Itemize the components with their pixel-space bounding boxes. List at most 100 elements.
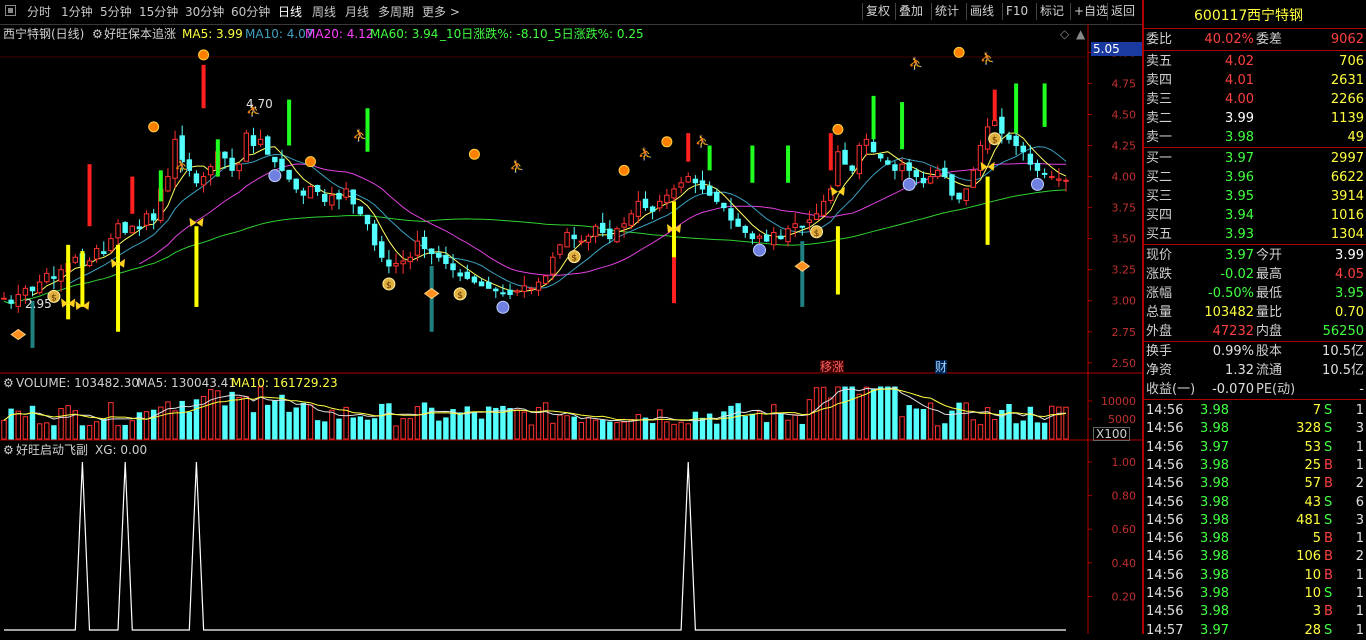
candle-body (379, 241, 385, 258)
xg-tick-label: 1.00 (1112, 456, 1137, 469)
candle-body (436, 252, 442, 258)
indicator-gear-icon[interactable]: ⚙ (92, 27, 103, 41)
candle-body (763, 234, 770, 242)
candle-body (485, 281, 492, 289)
weicha-value: 9062 (1330, 32, 1364, 47)
signal-bar (871, 95, 876, 140)
f10-button[interactable]: F10 (1002, 3, 1031, 20)
stat-value: 1.32 (1225, 363, 1254, 378)
tick-count: 1 (1355, 403, 1364, 418)
indicator-name[interactable]: 好旺保本追涨 (104, 27, 176, 41)
add-favorite-button[interactable]: +自选 (1070, 3, 1111, 20)
sub-gear-icon[interactable]: ⚙ (3, 443, 14, 457)
candle-body (72, 256, 78, 263)
ma-value-1: MA10: 4.07 (245, 27, 314, 41)
ma5-line (32, 132, 1067, 296)
volume-bar (828, 397, 834, 440)
candle-body (86, 260, 93, 267)
candle-body (1027, 153, 1034, 165)
volume-bar (364, 419, 371, 440)
stat-row: 涨幅 -0.50% 最低 3.95 (1144, 284, 1366, 303)
collapse-diamond-icon[interactable]: ◇ (1060, 27, 1069, 41)
volume-bar (849, 386, 855, 440)
sub-indicator-title[interactable]: 好旺启动飞副 (16, 443, 88, 457)
tick-row: 14:56 3.98 3 B 1 (1144, 602, 1366, 621)
stat2-row: 收益(一) -0.070 PE(动) - (1144, 380, 1366, 399)
stat-label: 总量 (1146, 305, 1173, 320)
xg-line-path (4, 461, 1066, 631)
tick-count: 2 (1355, 476, 1364, 492)
tick-side: S (1324, 403, 1333, 418)
volume-bar (371, 418, 378, 440)
volume-gear-icon[interactable]: ⚙ (3, 376, 14, 390)
candle-body (115, 223, 121, 239)
scroll-up-icon[interactable]: ▲ (1076, 27, 1085, 41)
signal-bar (1042, 83, 1047, 127)
tick-volume: 106 (1296, 549, 1321, 565)
money-bag-label: $ (571, 254, 577, 264)
tick-side: B (1324, 457, 1333, 473)
period-tab-weekly[interactable]: 周线 (312, 4, 336, 20)
signal-bar (686, 133, 691, 162)
volume-bar (877, 386, 884, 440)
volume-bar (1049, 405, 1055, 440)
period-tab-fenshi[interactable]: 分时 (27, 4, 51, 20)
volume-bar (507, 408, 513, 440)
bid-label: 买四 (1146, 208, 1173, 223)
period-tab-60min[interactable]: 60分钟 (231, 4, 270, 20)
xg-tick-label: 0.20 (1112, 590, 1137, 603)
draw-line-button[interactable]: 画线 (966, 3, 997, 20)
stat-label: 涨幅 (1146, 286, 1173, 301)
volume-bar (350, 417, 356, 440)
period-tab-1min[interactable]: 1分钟 (61, 4, 93, 20)
volume-bar (115, 425, 121, 440)
price-tick-label: 4.00 (1112, 171, 1137, 184)
signal-bar (158, 170, 163, 202)
kline-chart-area[interactable]: $$$$$$⛹⛹⛹⛹⛹⛹⛹⛹ 5.004.754.504.254.003.753… (0, 24, 1142, 634)
candle-body (386, 259, 392, 267)
candle-body (813, 213, 820, 220)
candle-body (657, 200, 663, 209)
stats-button[interactable]: 统计 (931, 3, 962, 20)
xg-tick-label: 0.40 (1112, 557, 1137, 570)
period-tab-5min[interactable]: 5分钟 (100, 4, 132, 20)
stat-row: 外盘 47232 内盘 56250 (1144, 322, 1366, 341)
candle-body (22, 287, 29, 296)
candle-body (179, 135, 185, 163)
volume-bar (436, 420, 442, 440)
stat-value: 0.70 (1335, 305, 1364, 320)
overlay-button[interactable]: 叠加 (895, 3, 926, 20)
event-tag-yizhang[interactable]: 移涨 (820, 360, 845, 374)
volume-bar (685, 423, 691, 440)
candle-body (150, 213, 157, 221)
period-tab-daily[interactable]: 日线 (278, 4, 302, 20)
volume-ma5: MA5: 130043.41 (137, 376, 236, 390)
volume-bar (1034, 422, 1041, 440)
candle-body (806, 219, 813, 224)
back-button[interactable]: 返回 (1107, 3, 1138, 20)
period-tab-30min[interactable]: 30分钟 (185, 4, 224, 20)
candle-body (122, 222, 128, 233)
candle-body (942, 167, 948, 178)
candle-body (457, 272, 463, 277)
volume-bar (186, 411, 193, 440)
volume-bar (799, 423, 805, 440)
period-tab-monthly[interactable]: 月线 (345, 4, 369, 20)
tick-volume: 7 (1312, 403, 1321, 418)
candle-body (129, 225, 136, 234)
fuquan-button[interactable]: 复权 (862, 3, 893, 20)
candle-body (528, 287, 535, 290)
signal-bar (835, 226, 840, 295)
mark-button[interactable]: 标记 (1036, 3, 1067, 20)
volume-bar (29, 405, 36, 440)
candle-body (507, 289, 513, 296)
event-tag-cai[interactable]: 财 (935, 360, 948, 374)
period-tab-15min[interactable]: 15分钟 (139, 4, 178, 20)
period-tab-multi[interactable]: 多周期 (378, 4, 414, 20)
candle-body (970, 169, 977, 188)
volume-bar (778, 413, 784, 440)
window-menu-icon[interactable] (5, 5, 16, 16)
period-tab-more[interactable]: 更多 > (422, 4, 460, 20)
volume-bar (44, 422, 50, 440)
stat-value: 10.5亿 (1322, 363, 1364, 378)
